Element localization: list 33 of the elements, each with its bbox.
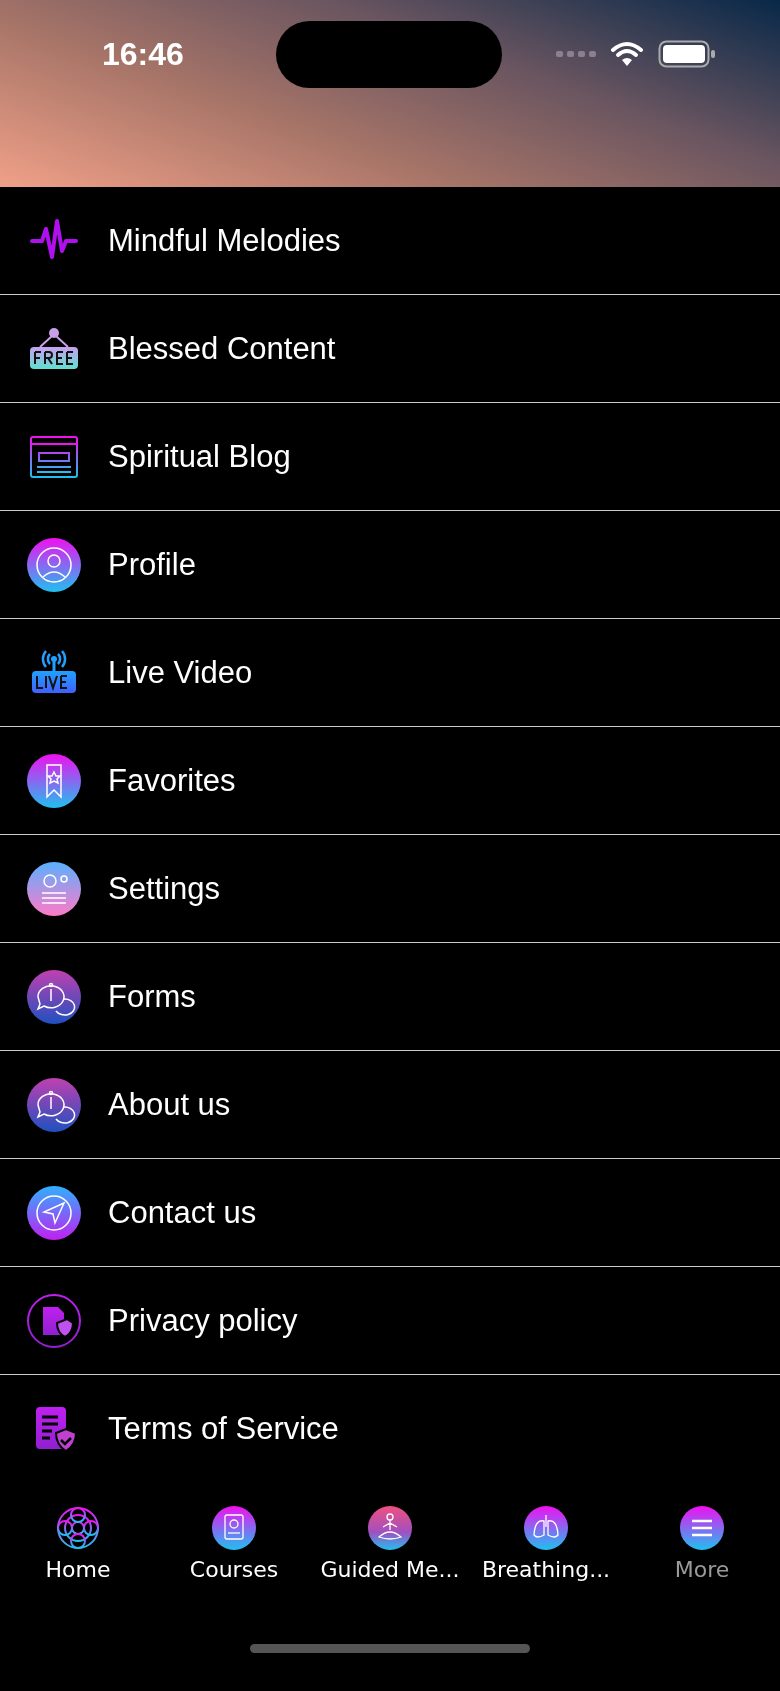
bookmark-icon — [26, 752, 82, 809]
status-time: 16:46 — [102, 35, 185, 73]
menu-item[interactable]: About us — [0, 1051, 780, 1159]
tab-item[interactable]: Courses — [156, 1505, 312, 1582]
battery-icon — [658, 40, 716, 68]
paper-plane-icon — [26, 1184, 82, 1241]
menu-item[interactable]: Profile — [0, 511, 780, 619]
tab-item[interactable]: Home — [0, 1505, 156, 1582]
menu-item[interactable]: Terms of Service — [0, 1375, 780, 1483]
menu-item[interactable]: Blessed Content — [0, 295, 780, 403]
meditation-icon — [367, 1505, 413, 1551]
menu-item[interactable]: Spiritual Blog — [0, 403, 780, 511]
tab-item[interactable]: Guided Me... — [312, 1505, 468, 1582]
tab-item[interactable]: More — [624, 1505, 780, 1582]
book-icon — [211, 1505, 257, 1551]
menu-item[interactable]: Privacy policy — [0, 1267, 780, 1375]
menu-item[interactable]: Contact us — [0, 1159, 780, 1267]
person-icon — [26, 536, 82, 593]
document-shield-icon — [26, 1292, 82, 1349]
gear-sliders-icon — [26, 860, 82, 917]
chat-bubbles-icon — [26, 1076, 82, 1133]
chat-bubbles-icon — [26, 968, 82, 1025]
menu-item[interactable]: Favorites — [0, 727, 780, 835]
menu-item[interactable]: Settings — [0, 835, 780, 943]
tab-item[interactable]: Breathing... — [468, 1505, 624, 1582]
wifi-icon — [610, 41, 644, 67]
lungs-icon — [523, 1505, 569, 1551]
menu-item[interactable]: Forms — [0, 943, 780, 1051]
mandala-icon — [55, 1505, 101, 1551]
signal-icon — [556, 49, 596, 59]
menu-icon — [679, 1505, 725, 1551]
menu-item[interactable]: Live Video — [0, 619, 780, 727]
menu-item[interactable]: Mindful Melodies — [0, 187, 780, 295]
